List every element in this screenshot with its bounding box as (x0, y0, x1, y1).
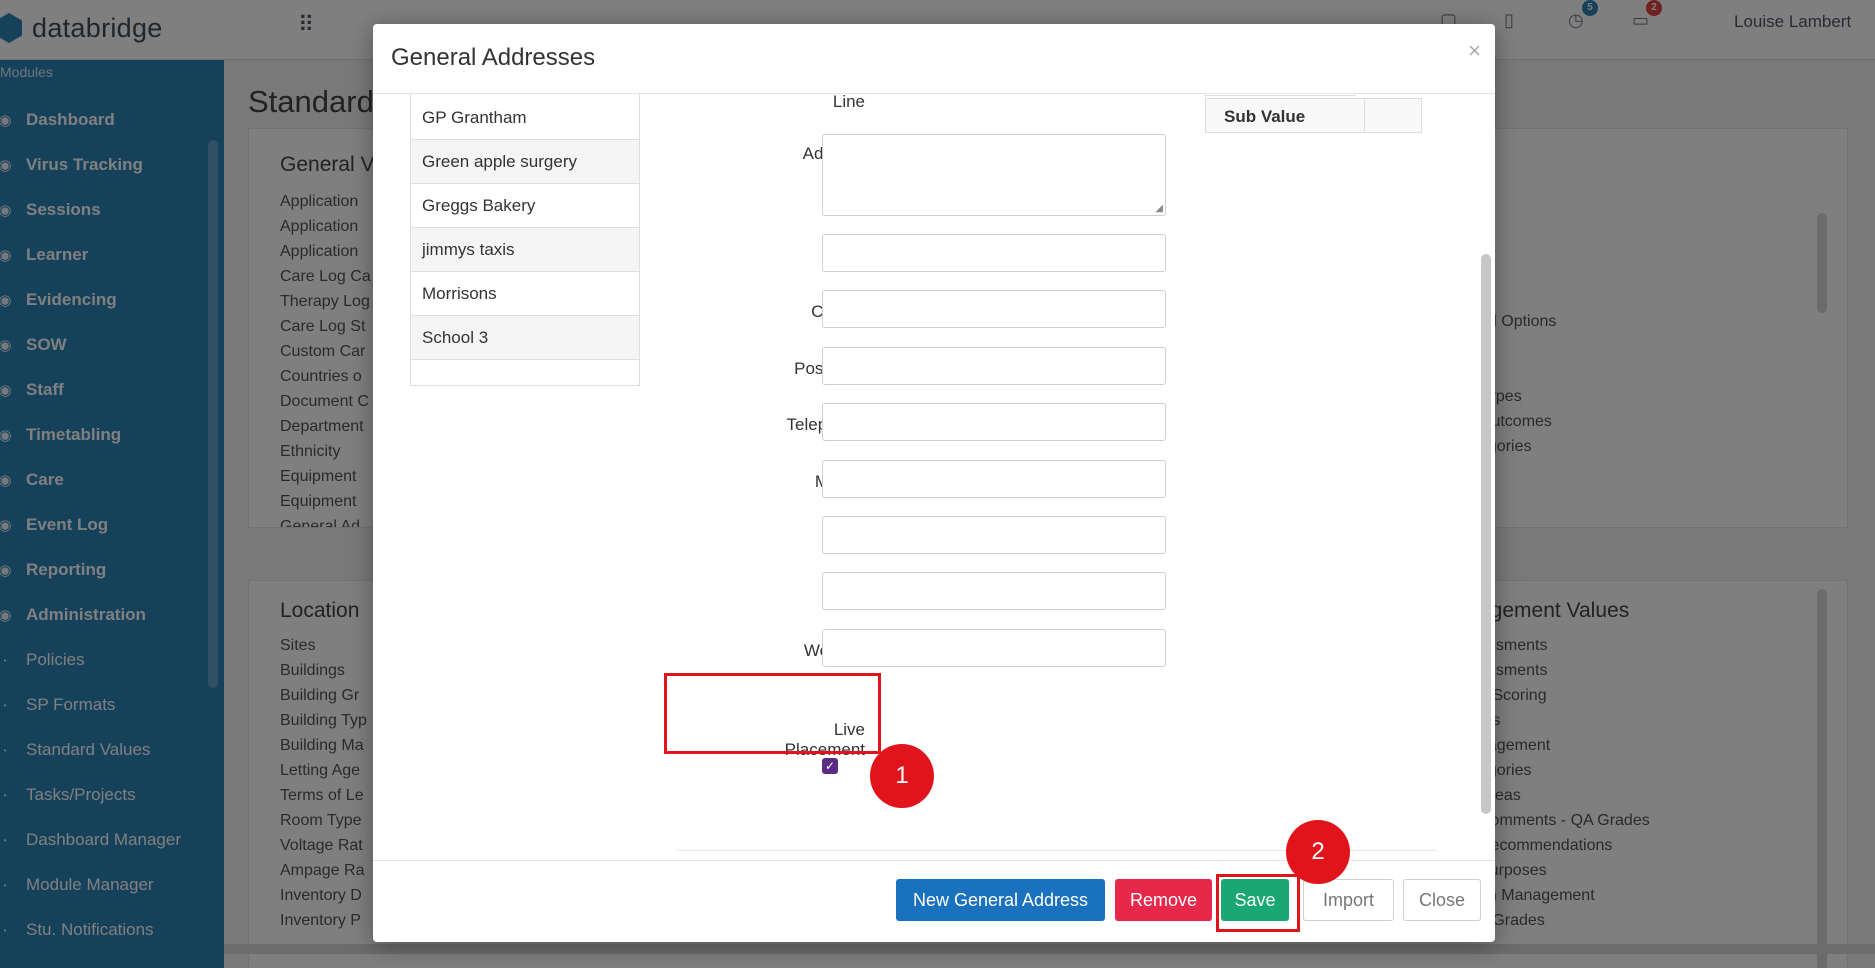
telephone-input[interactable] (822, 403, 1166, 442)
address-list-item[interactable]: GP Grantham (411, 96, 639, 140)
close-button[interactable]: Close (1403, 879, 1481, 921)
resize-grip-icon[interactable]: ◢ (1155, 203, 1163, 214)
county-input[interactable] (822, 290, 1166, 329)
address-list-item[interactable]: School 3 (411, 316, 639, 360)
email-input[interactable] (822, 572, 1166, 611)
annotation-box-save (1216, 874, 1300, 932)
modal-body: GP Grantham Green apple surgery Greggs Bak… (373, 94, 1495, 860)
annotation-step-1: 1 (870, 744, 934, 808)
mobile-input[interactable] (822, 459, 1166, 498)
modal-header: General Addresses × (373, 24, 1495, 94)
annotation-box-live-placement (664, 673, 881, 754)
new-general-address-button[interactable]: New General Address (896, 879, 1105, 921)
address-list-item[interactable]: Greggs Bakery (411, 184, 639, 228)
sub-value-tab (1205, 94, 1355, 96)
website-input[interactable] (822, 628, 1166, 667)
annotation-step-2: 2 (1286, 820, 1350, 884)
live-placement-checkbox[interactable]: ✓ (822, 758, 838, 774)
modal-scrollbar[interactable] (1481, 254, 1491, 814)
modal-title: General Addresses (391, 44, 596, 71)
address-list-item[interactable]: Morrisons (411, 272, 639, 316)
import-button[interactable]: Import (1303, 879, 1394, 921)
sub-value-header[interactable]: Sub Value (1206, 99, 1366, 132)
general-addresses-modal: General Addresses × GP Grantham Green app… (373, 24, 1495, 942)
town-input[interactable] (822, 234, 1166, 272)
fax-input[interactable] (822, 516, 1166, 554)
remove-button[interactable]: Remove (1115, 879, 1212, 921)
sub-value-cell (1365, 99, 1421, 132)
address-list: GP Grantham Green apple surgery Greggs Bak… (410, 94, 640, 386)
line-label: Line (832, 94, 865, 111)
sub-value-table: Sub Value (1205, 98, 1422, 133)
address-list-item[interactable]: jimmys taxis (411, 228, 639, 272)
close-icon[interactable]: × (1468, 38, 1481, 64)
postcode-input[interactable] (822, 346, 1166, 385)
address-textarea[interactable]: ◢ (822, 134, 1166, 216)
address-list-item[interactable]: Green apple surgery (411, 140, 639, 184)
